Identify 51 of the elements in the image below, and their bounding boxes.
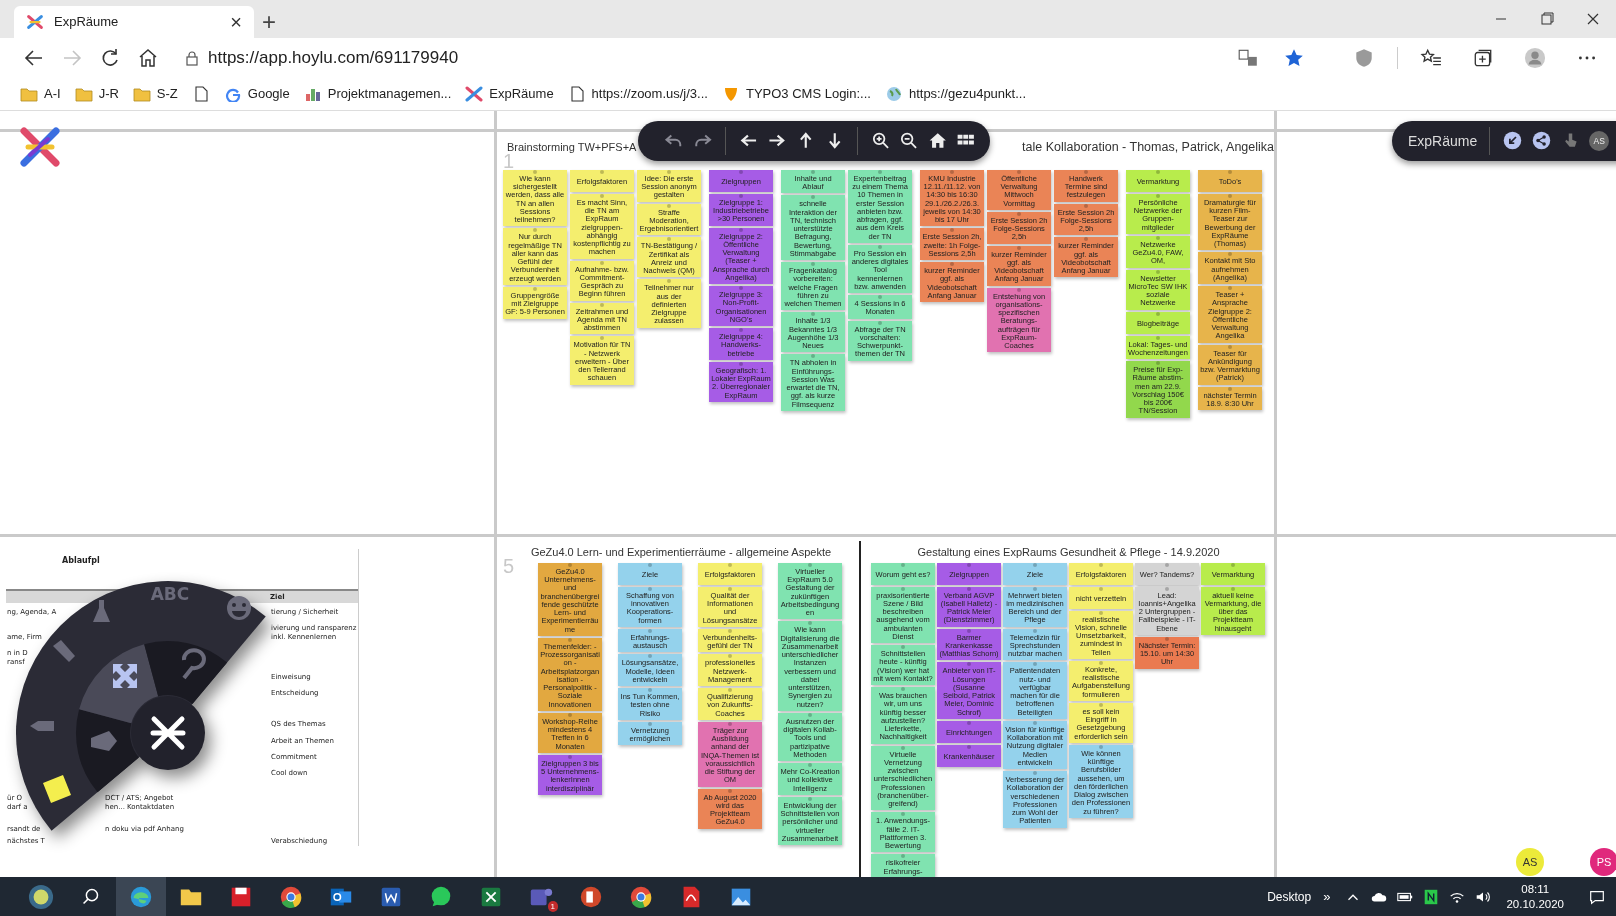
- bookmark-item[interactable]: A-I: [20, 85, 61, 102]
- folder-icon: [132, 85, 151, 102]
- browser-tab[interactable]: ExpRäume ×: [14, 5, 254, 38]
- bookmark-item[interactable]: Google: [223, 85, 290, 102]
- sticky-note-tool-icon[interactable]: [43, 774, 71, 803]
- user-avatar[interactable]: PS: [1590, 847, 1616, 876]
- document-title: Ablaufpl: [61, 554, 101, 567]
- x-logo-icon: [18, 124, 62, 169]
- frame-title: Gestaltung eines ExpRaums Gesundheit & Pflege - 14.9.2020: [917, 545, 1220, 558]
- new-tab-button[interactable]: +: [254, 5, 284, 38]
- taskbar-app-button[interactable]: 1: [516, 877, 566, 916]
- toolbar-expand-button[interactable]: »: [1323, 889, 1331, 904]
- folder-icon: [74, 85, 93, 102]
- bookmark-item[interactable]: TYPO3 CMS Login:...: [721, 85, 871, 102]
- bookmark-item[interactable]: https://gezu4punkt...: [884, 85, 1026, 102]
- start-orb-icon: [28, 883, 54, 910]
- address-field[interactable]: https://app.hoylu.com/691179940: [208, 47, 1221, 68]
- share-icon[interactable]: [1531, 130, 1553, 152]
- frame-title: GeZu4.0 Lern- und Experimentierräume - allgemeine Aspekte: [530, 545, 832, 558]
- highlighter-tool-icon[interactable]: [30, 720, 54, 731]
- notification-badge: 1: [547, 901, 558, 912]
- date-label: 20.10.2020: [1506, 896, 1564, 912]
- app-logo-icon[interactable]: [150, 716, 186, 750]
- clock[interactable]: 08:11 20.10.2020: [1506, 881, 1564, 912]
- folder-icon: [20, 85, 38, 102]
- desktop-toolbar-label[interactable]: Desktop: [1267, 889, 1312, 904]
- lasso-tool-icon[interactable]: [182, 648, 206, 680]
- move-tool-icon[interactable]: [113, 663, 137, 688]
- user-avatar[interactable]: AS: [1516, 847, 1544, 876]
- frame-title: tale Kollaboration - Thomas, Patrick, Angelika: [1022, 139, 1274, 154]
- workspace-title: ExpRäume: [1408, 132, 1478, 149]
- profile-avatar-icon[interactable]: [1524, 46, 1546, 69]
- eraser-tool-icon[interactable]: [91, 730, 117, 751]
- bookmark-item[interactable]: S-Z: [132, 85, 178, 102]
- export-icon[interactable]: [1502, 130, 1524, 152]
- globe-icon: [884, 85, 903, 102]
- bookmark-item[interactable]: https://zoom.us/j/3...: [567, 85, 708, 102]
- frame-title: Brainstorming TW+PFS+A: [507, 140, 637, 153]
- pen-tool-icon[interactable]: [53, 639, 75, 662]
- x-logo-icon: [26, 12, 44, 31]
- emoji-tool-icon[interactable]: [227, 595, 251, 620]
- bookmark-item[interactable]: J-R: [74, 85, 119, 102]
- x-logo-icon: [465, 85, 484, 102]
- lock-icon: [184, 49, 200, 66]
- user-avatar[interactable]: AS: [1589, 130, 1610, 151]
- shield-icon[interactable]: [1353, 46, 1375, 69]
- close-tab-button[interactable]: ×: [226, 11, 246, 32]
- time-label: 08:11: [1521, 881, 1550, 897]
- marker-tool-icon[interactable]: [93, 599, 110, 622]
- bookmark-item[interactable]: ExpRäume: [465, 85, 554, 102]
- bookmark-item[interactable]: Projektmanagemen...: [303, 85, 452, 102]
